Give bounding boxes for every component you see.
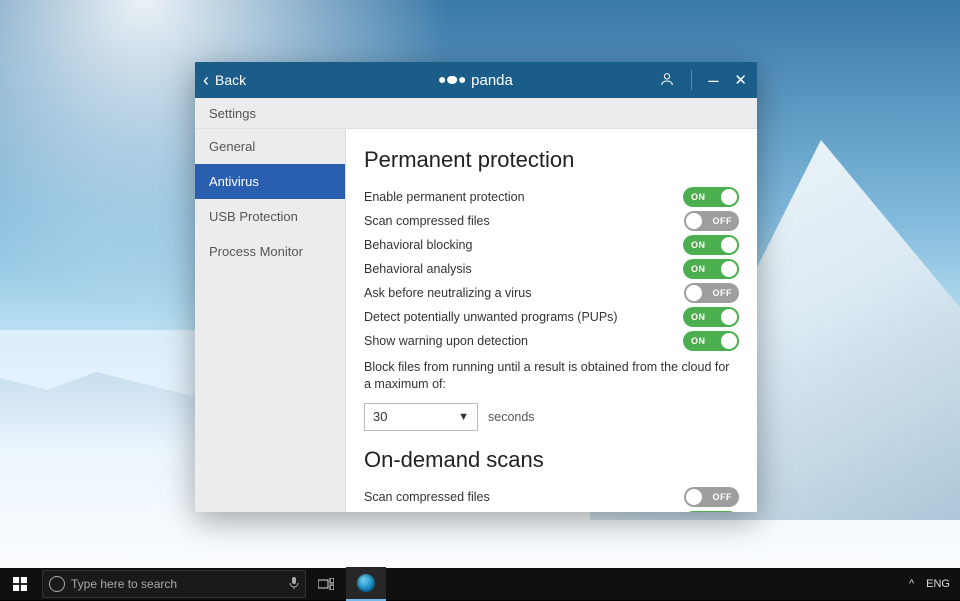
- separator: [691, 70, 692, 90]
- section-title-ondemand: On-demand scans: [364, 447, 739, 473]
- toggle-detect-pups[interactable]: ON: [683, 307, 739, 327]
- sidebar-item-label: Process Monitor: [209, 244, 303, 259]
- panda-taskbar-icon: [357, 574, 375, 592]
- microphone-icon[interactable]: [289, 576, 299, 593]
- sidebar-item-label: USB Protection: [209, 209, 298, 224]
- row-od-scan-compressed: Scan compressed files OFF: [364, 485, 739, 509]
- titlebar: ‹ Back panda – ✕: [195, 62, 757, 98]
- row-ask-before-neutralizing: Ask before neutralizing a virus OFF: [364, 281, 739, 305]
- section-title-permanent: Permanent protection: [364, 147, 739, 173]
- sidebar: General Antivirus USB Protection Process…: [195, 129, 346, 512]
- row-label: Scan compressed files: [364, 490, 490, 504]
- tray-chevron-up-icon[interactable]: ^: [909, 578, 914, 590]
- row-label: Ask before neutralizing a virus: [364, 286, 531, 300]
- close-button[interactable]: ✕: [734, 71, 747, 89]
- row-detect-pups: Detect potentially unwanted programs (PU…: [364, 305, 739, 329]
- toggle-behavioral-blocking[interactable]: ON: [683, 235, 739, 255]
- row-label: Enable permanent protection: [364, 190, 525, 204]
- system-tray: ^ ENG: [909, 578, 960, 590]
- row-label: Behavioral blocking: [364, 238, 472, 252]
- sidebar-item-antivirus[interactable]: Antivirus: [195, 164, 345, 199]
- taskbar-panda-app[interactable]: [346, 567, 386, 601]
- panda-logo-icon: [439, 76, 465, 84]
- toggle-od-scan-compressed[interactable]: OFF: [684, 487, 739, 507]
- content-pane: Permanent protection Enable permanent pr…: [346, 129, 757, 512]
- block-timeout-row: 30 ▼ seconds: [364, 403, 739, 431]
- breadcrumb: Settings: [195, 98, 757, 129]
- search-placeholder: Type here to search: [71, 577, 177, 591]
- row-enable-permanent-protection: Enable permanent protection ON: [364, 185, 739, 209]
- dropdown-value: 30: [373, 409, 387, 424]
- row-show-warning: Show warning upon detection ON: [364, 329, 739, 353]
- brand-text: panda: [471, 72, 513, 89]
- start-button[interactable]: [0, 568, 40, 600]
- user-icon[interactable]: [659, 71, 675, 90]
- taskbar-search[interactable]: Type here to search: [42, 570, 306, 598]
- toggle-behavioral-analysis[interactable]: ON: [683, 259, 739, 279]
- row-label: Detect potentially unwanted programs (PU…: [364, 310, 618, 324]
- sidebar-item-usb-protection[interactable]: USB Protection: [195, 199, 345, 234]
- toggle-enable-permanent-protection[interactable]: ON: [683, 187, 739, 207]
- block-files-text: Block files from running until a result …: [364, 359, 739, 393]
- sidebar-item-general[interactable]: General: [195, 129, 345, 164]
- sidebar-item-label: Antivirus: [209, 174, 259, 189]
- chevron-left-icon: ‹: [203, 71, 209, 89]
- toggle-ask-before-neutralizing[interactable]: OFF: [684, 283, 739, 303]
- sidebar-item-label: General: [209, 139, 255, 154]
- breadcrumb-label: Settings: [209, 106, 256, 121]
- row-label: Scan compressed files: [364, 214, 490, 228]
- row-label: Behavioral analysis: [364, 262, 472, 276]
- row-label: Show warning upon detection: [364, 334, 528, 348]
- task-view-icon: [318, 578, 334, 590]
- panda-settings-window: ‹ Back panda – ✕ Settings General Antivi…: [195, 62, 757, 512]
- windows-icon: [13, 577, 27, 591]
- row-scan-compressed-files: Scan compressed files OFF: [364, 209, 739, 233]
- toggle-od-detect-pups[interactable]: ON: [683, 511, 739, 512]
- minimize-button[interactable]: –: [708, 76, 718, 85]
- task-view-button[interactable]: [306, 568, 346, 600]
- back-button[interactable]: ‹ Back: [203, 71, 246, 89]
- chevron-down-icon: ▼: [458, 411, 469, 423]
- taskbar: Type here to search ^ ENG: [0, 568, 960, 600]
- tray-language[interactable]: ENG: [926, 578, 950, 590]
- brand: panda: [439, 72, 513, 89]
- row-behavioral-analysis: Behavioral analysis ON: [364, 257, 739, 281]
- dropdown-unit: seconds: [488, 410, 535, 424]
- cortana-icon: [49, 576, 65, 592]
- window-controls: – ✕: [659, 70, 747, 90]
- toggle-show-warning[interactable]: ON: [683, 331, 739, 351]
- row-od-detect-pups: Detect potentially unwanted programs (PU…: [364, 509, 739, 512]
- sidebar-item-process-monitor[interactable]: Process Monitor: [195, 234, 345, 269]
- toggle-scan-compressed-files[interactable]: OFF: [684, 211, 739, 231]
- row-behavioral-blocking: Behavioral blocking ON: [364, 233, 739, 257]
- back-label: Back: [215, 72, 246, 88]
- block-timeout-dropdown[interactable]: 30 ▼: [364, 403, 478, 431]
